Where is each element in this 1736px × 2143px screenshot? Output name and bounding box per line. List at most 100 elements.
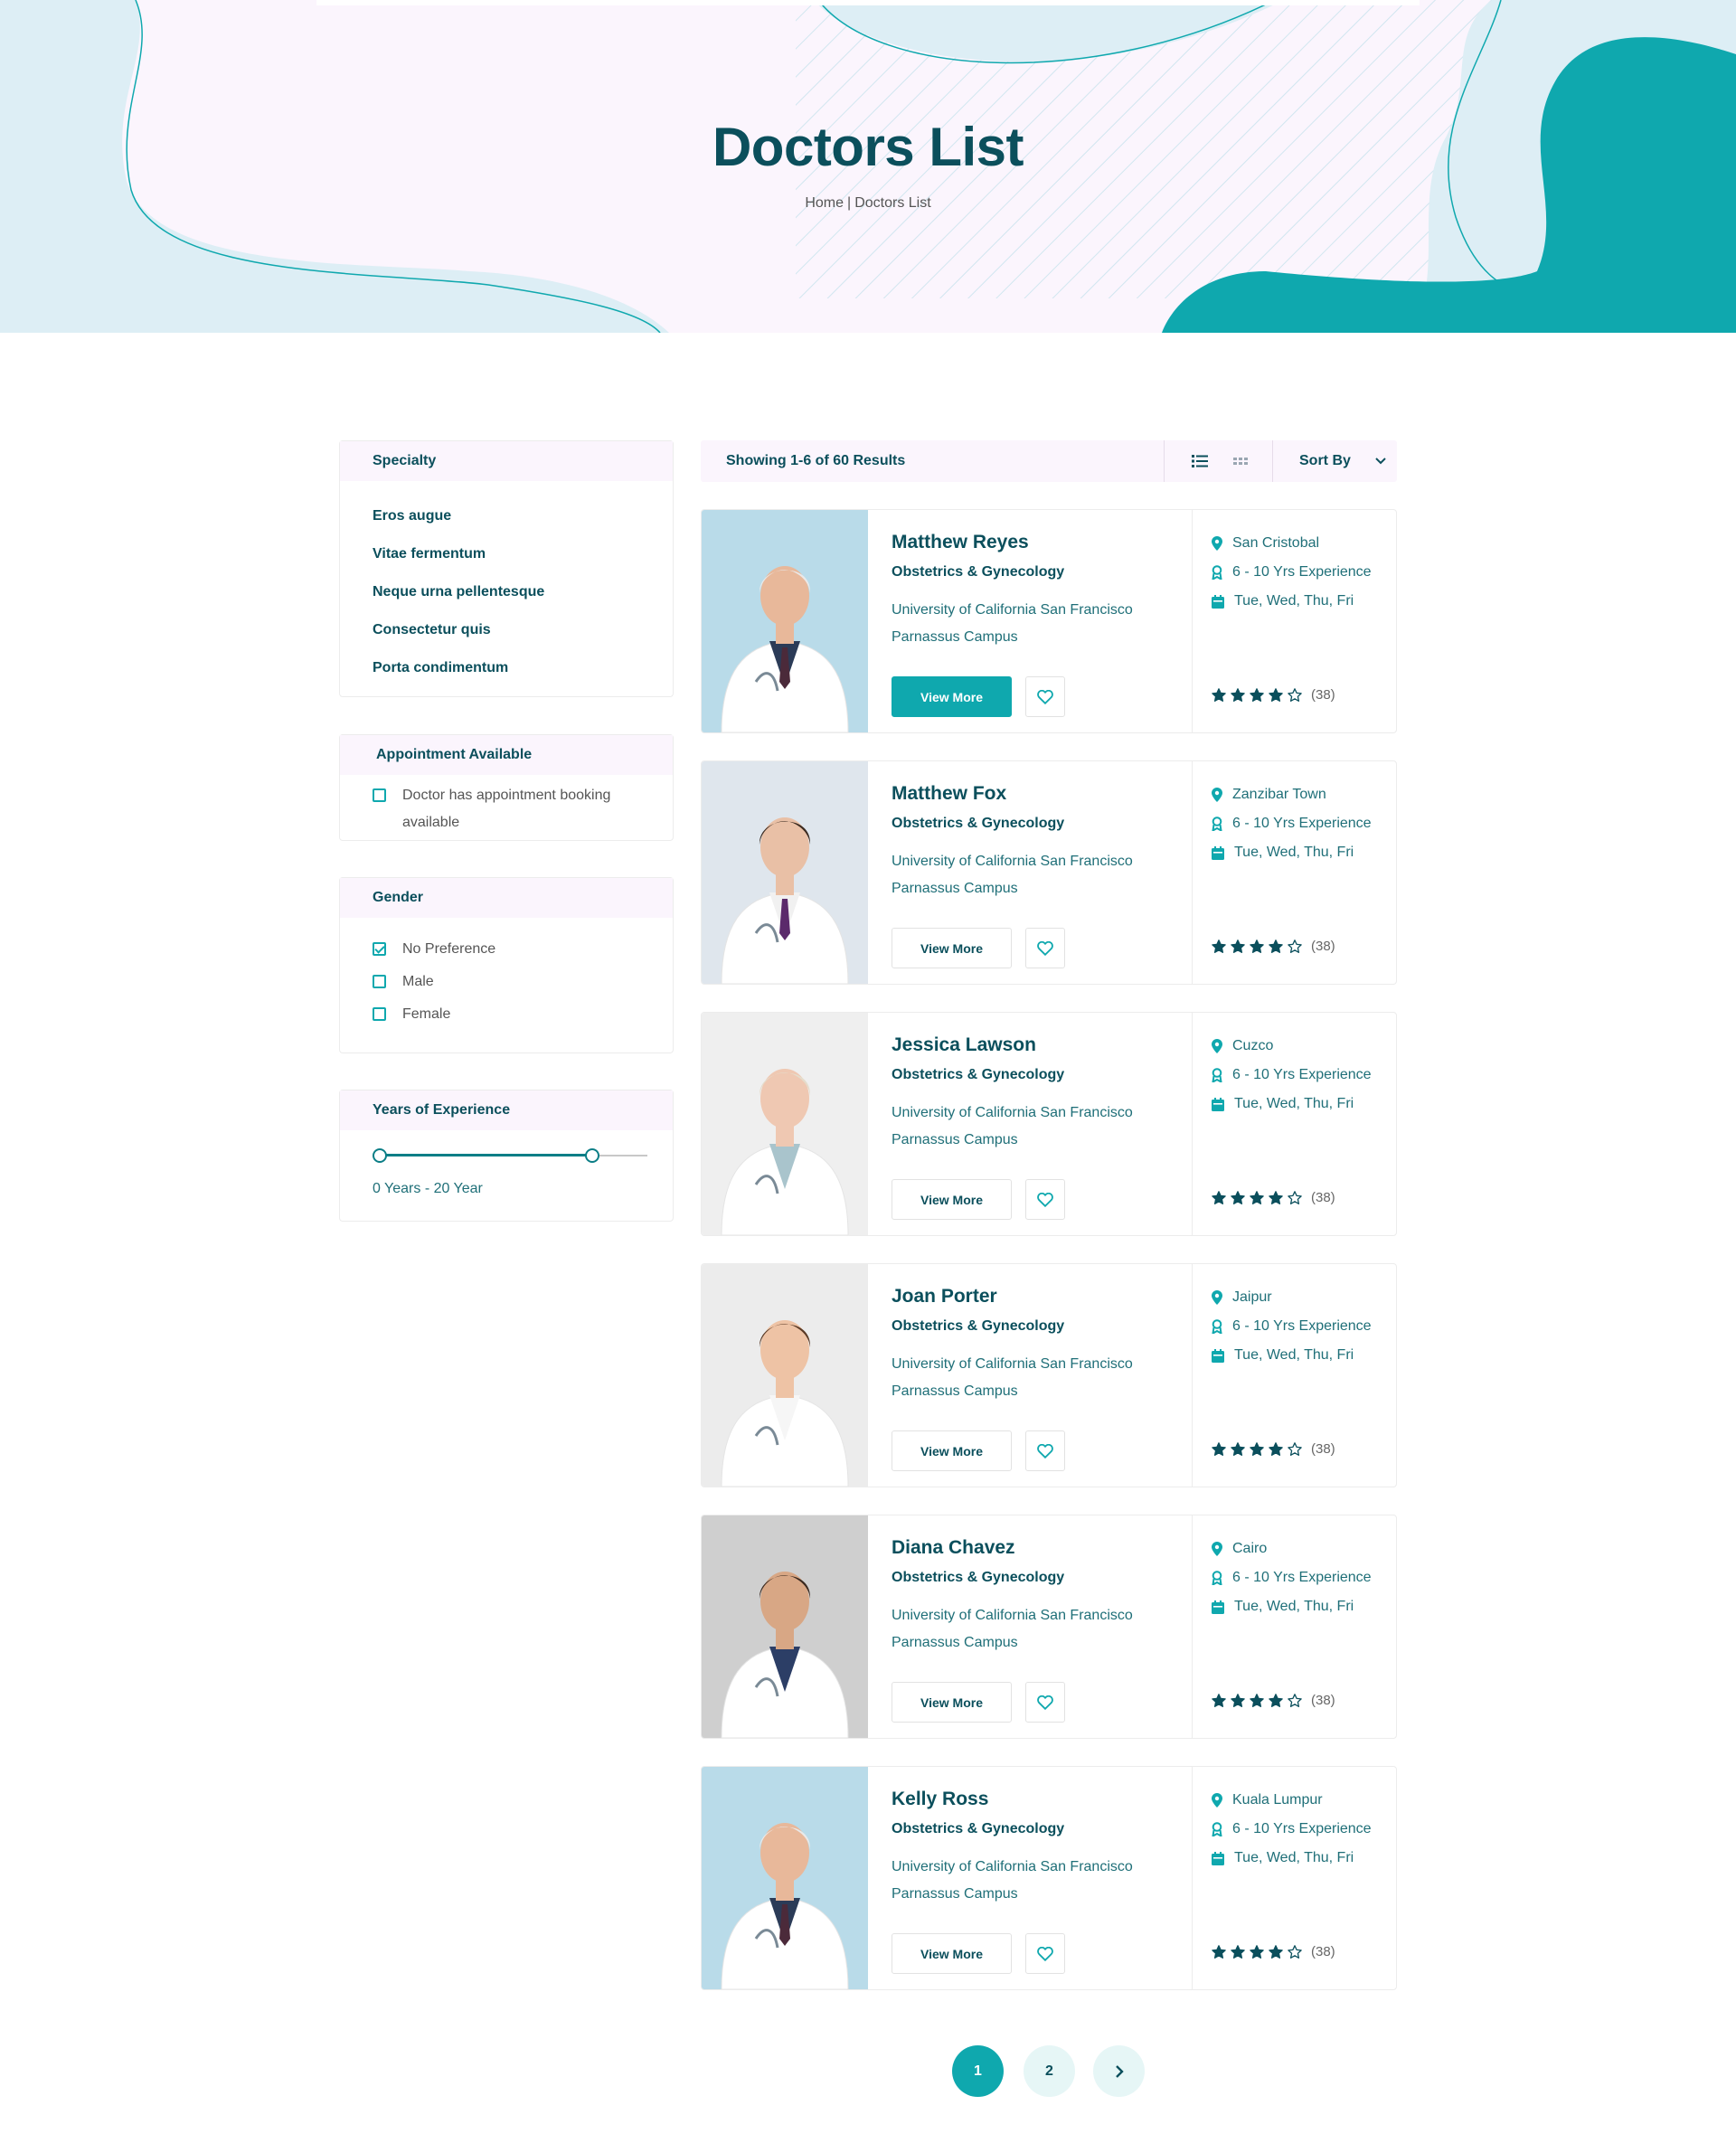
- favorite-button[interactable]: [1025, 1179, 1065, 1220]
- star-filled-icon: [1269, 1694, 1283, 1707]
- star-empty-icon: [1288, 1191, 1302, 1204]
- gender-checkbox[interactable]: [373, 975, 386, 988]
- star-empty-icon: [1288, 1694, 1302, 1707]
- gender-option-no-preference[interactable]: No Preference: [373, 936, 640, 963]
- doctor-specialty: Obstetrics & Gynecology: [892, 1318, 1065, 1334]
- appointment-checkbox[interactable]: [373, 788, 386, 802]
- experience-range-label: 0 Years - 20 Year: [373, 1181, 483, 1196]
- experience-filter: Years of Experience 0 Years - 20 Year: [339, 1090, 674, 1222]
- favorite-button[interactable]: [1025, 928, 1065, 968]
- experience-text: 6 - 10 Yrs Experience: [1232, 816, 1372, 831]
- chevron-right-icon: [1115, 2064, 1124, 2078]
- view-more-button[interactable]: View More: [892, 1179, 1012, 1220]
- award-icon: [1212, 1822, 1222, 1836]
- list-view-icon[interactable]: [1192, 454, 1208, 468]
- map-pin-icon: [1212, 1290, 1222, 1305]
- doctor-specialty: Obstetrics & Gynecology: [892, 1570, 1065, 1585]
- results-toolbar: Showing 1-6 of 60 Results Sort By: [701, 440, 1397, 482]
- award-icon: [1212, 1571, 1222, 1585]
- results-count: Showing 1-6 of 60 Results: [726, 453, 906, 468]
- specialty-item[interactable]: Porta condimentum: [373, 649, 640, 687]
- doctor-experience: 6 - 10 Yrs Experience: [1212, 1821, 1372, 1837]
- experience-text: 6 - 10 Yrs Experience: [1232, 1318, 1372, 1334]
- grid-view-icon[interactable]: [1232, 454, 1249, 468]
- experience-text: 6 - 10 Yrs Experience: [1232, 1570, 1372, 1585]
- pagination-page-2[interactable]: 2: [1024, 2045, 1075, 2097]
- doctor-photo[interactable]: [702, 1264, 868, 1487]
- map-pin-icon: [1212, 1542, 1222, 1556]
- view-more-button[interactable]: View More: [892, 1430, 1012, 1471]
- doctor-photo[interactable]: [702, 1767, 868, 1989]
- view-more-button[interactable]: View More: [892, 928, 1012, 968]
- specialty-filter-title: Specialty: [340, 441, 673, 481]
- star-filled-icon: [1212, 939, 1226, 953]
- doctor-card: Jessica Lawson Obstetrics & Gynecology U…: [701, 1012, 1397, 1236]
- gender-filter: Gender No Preference Male Female: [339, 877, 674, 1053]
- pagination-page-1[interactable]: 1: [952, 2045, 1004, 2097]
- specialty-item[interactable]: Vitae fermentum: [373, 535, 640, 573]
- award-icon: [1212, 565, 1222, 580]
- doctor-name[interactable]: Matthew Fox: [892, 783, 1006, 805]
- view-more-button[interactable]: View More: [892, 676, 1012, 717]
- review-count: (38): [1311, 1693, 1335, 1708]
- star-filled-icon: [1212, 1191, 1226, 1204]
- doctor-university: University of California San Francisco P…: [892, 602, 1133, 645]
- view-more-button[interactable]: View More: [892, 1682, 1012, 1723]
- appointment-option[interactable]: Doctor has appointment booking available: [373, 782, 640, 836]
- gender-option-female[interactable]: Female: [373, 1001, 640, 1028]
- star-filled-icon: [1269, 1442, 1283, 1456]
- doctor-university: University of California San Francisco P…: [892, 1356, 1133, 1399]
- star-filled-icon: [1212, 1945, 1226, 1959]
- doctor-photo[interactable]: [702, 761, 868, 984]
- slider-min-handle[interactable]: [373, 1148, 387, 1163]
- star-filled-icon: [1231, 939, 1245, 953]
- doctor-location: Jaipur: [1212, 1289, 1272, 1306]
- doctor-availability: Tue, Wed, Thu, Fri: [1212, 1096, 1354, 1112]
- doctor-photo[interactable]: [702, 1515, 868, 1738]
- view-more-button[interactable]: View More: [892, 1933, 1012, 1974]
- favorite-button[interactable]: [1025, 1933, 1065, 1974]
- star-filled-icon: [1231, 1945, 1245, 1959]
- gender-checkbox[interactable]: [373, 1007, 386, 1021]
- doctor-experience: 6 - 10 Yrs Experience: [1212, 1067, 1372, 1083]
- favorite-button[interactable]: [1025, 676, 1065, 717]
- heart-icon: [1037, 1443, 1053, 1459]
- heart-icon: [1037, 1946, 1053, 1961]
- calendar-icon: [1212, 594, 1224, 609]
- favorite-button[interactable]: [1025, 1682, 1065, 1723]
- chevron-down-icon[interactable]: [1375, 458, 1386, 465]
- star-filled-icon: [1231, 688, 1245, 702]
- doctor-card: Kelly Ross Obstetrics & Gynecology Unive…: [701, 1766, 1397, 1990]
- slider-max-handle[interactable]: [585, 1148, 600, 1163]
- calendar-icon: [1212, 1851, 1224, 1865]
- gender-option-male[interactable]: Male: [373, 968, 640, 996]
- breadcrumb-home-link[interactable]: Home: [805, 195, 844, 211]
- star-filled-icon: [1250, 1945, 1264, 1959]
- doctor-name[interactable]: Jessica Lawson: [892, 1034, 1036, 1056]
- hero-top-strip: [316, 0, 1420, 5]
- doctor-photo[interactable]: [702, 510, 868, 732]
- experience-range-slider[interactable]: [373, 1147, 647, 1165]
- specialty-item[interactable]: Eros augue: [373, 497, 640, 535]
- gender-checkbox-checked[interactable]: [373, 942, 386, 956]
- sort-by-dropdown[interactable]: Sort By: [1299, 440, 1351, 482]
- star-filled-icon: [1269, 688, 1283, 702]
- star-filled-icon: [1250, 1442, 1264, 1456]
- specialty-item[interactable]: Consectetur quis: [373, 611, 640, 649]
- favorite-button[interactable]: [1025, 1430, 1065, 1471]
- star-filled-icon: [1269, 939, 1283, 953]
- review-count: (38): [1311, 687, 1335, 703]
- specialty-filter: Specialty Eros augue Vitae fermentum Neq…: [339, 440, 674, 697]
- doctor-photo[interactable]: [702, 1013, 868, 1235]
- doctor-name[interactable]: Joan Porter: [892, 1286, 997, 1308]
- doctor-name[interactable]: Matthew Reyes: [892, 532, 1029, 553]
- pagination-next-button[interactable]: [1093, 2045, 1145, 2097]
- heart-icon: [1037, 689, 1053, 704]
- doctor-experience: 6 - 10 Yrs Experience: [1212, 1318, 1372, 1335]
- award-icon: [1212, 817, 1222, 831]
- map-pin-icon: [1212, 1039, 1222, 1053]
- specialty-item[interactable]: Neque urna pellentesque: [373, 573, 640, 611]
- appointment-filter-title: Appointment Available: [340, 735, 673, 775]
- doctor-name[interactable]: Diana Chavez: [892, 1537, 1015, 1559]
- doctor-name[interactable]: Kelly Ross: [892, 1789, 988, 1810]
